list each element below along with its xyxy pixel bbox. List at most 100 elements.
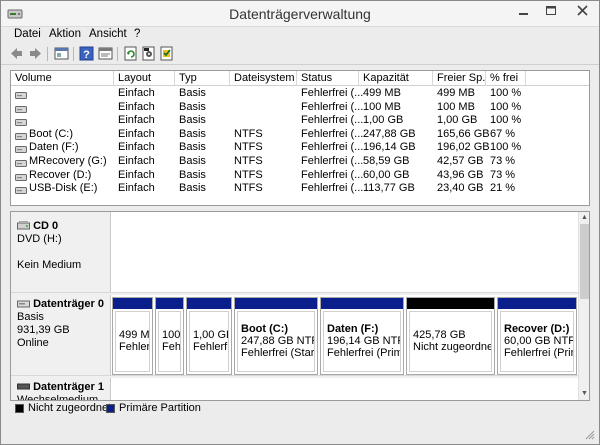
volume-row[interactable]: Einfach Basis Fehlerfrei (... 499 MB 499 MB 1… xyxy=(11,87,589,101)
forward-icon[interactable] xyxy=(27,45,44,62)
volume-layout: Einfach xyxy=(118,100,155,113)
volume-free-space: 42,57 GB xyxy=(437,155,484,167)
column-header-typ[interactable]: Typ xyxy=(175,71,230,86)
settings-icon[interactable] xyxy=(140,45,157,62)
volume-name: Boot (C:) xyxy=(29,127,74,140)
removable-disk-icon xyxy=(17,381,30,391)
menu-ansicht[interactable]: Ansicht xyxy=(89,28,127,40)
scroll-up-icon[interactable]: ▲ xyxy=(580,213,589,223)
volume-row[interactable]: Einfach Basis Fehlerfrei (... 1,00 GB 1,00 G… xyxy=(11,114,589,128)
partition-status: Fehlerfrei xyxy=(193,341,228,353)
partition-block[interactable]: Boot (C:)247,88 GB NTFSFehlerfrei (Start… xyxy=(234,297,318,375)
partition-info: Daten (F:)196,14 GB NTFSFehlerfrei (Prim… xyxy=(323,311,401,372)
volume-row[interactable]: Daten (F:) Einfach Basis NTFS Fehlerfrei (..… xyxy=(11,141,589,155)
column-header-volume[interactable]: Volume xyxy=(11,71,114,86)
menu-bar: Datei Aktion Ansicht ? xyxy=(1,27,599,43)
volume-row[interactable]: Boot (C:) Einfach Basis NTFS Fehlerfrei (...… xyxy=(11,128,589,142)
cd-drive-icon xyxy=(17,220,30,230)
back-icon[interactable] xyxy=(8,45,25,62)
volume-row[interactable]: Einfach Basis Fehlerfrei (... 100 MB 100 MB 1… xyxy=(11,101,589,115)
toolbar-separator xyxy=(117,47,118,61)
partition-block[interactable]: 425,78 GB Nicht zugeordnet xyxy=(406,297,495,375)
close-button[interactable] xyxy=(566,1,599,21)
resize-grip-icon[interactable] xyxy=(585,430,595,440)
menu-aktion[interactable]: Aktion xyxy=(49,28,81,40)
maximize-button[interactable] xyxy=(537,1,565,21)
volume-type: Basis xyxy=(179,87,206,99)
volume-row[interactable]: MRecovery (G:) Einfach Basis NTFS Fehlerfrei… xyxy=(11,155,589,169)
volume-capacity: 113,77 GB xyxy=(363,182,415,195)
check-icon[interactable] xyxy=(158,45,175,62)
console-view-icon[interactable] xyxy=(53,45,70,62)
partition-size: 499 MB xyxy=(119,329,150,341)
volume-filesystem: NTFS xyxy=(234,155,263,167)
scroll-down-icon[interactable]: ▼ xyxy=(580,389,589,399)
column-header-dateisystem[interactable]: Dateisystem xyxy=(230,71,297,86)
menu-datei[interactable]: Datei xyxy=(14,28,41,40)
vertical-scrollbar[interactable]: ▲ ▼ xyxy=(578,212,589,400)
disk-label-disk0[interactable]: Datenträger 0 Basis 931,39 GB Online xyxy=(11,295,111,375)
volume-disk-icon xyxy=(15,131,27,140)
volume-type: Basis xyxy=(179,141,206,154)
volume-layout: Einfach xyxy=(118,168,155,181)
column-header-layout[interactable]: Layout xyxy=(114,71,175,86)
column-header-status[interactable]: Status xyxy=(297,71,359,86)
volume-list-header: Volume Layout Typ Dateisystem Status Kap… xyxy=(11,71,589,86)
volume-free-space: 43,96 GB xyxy=(437,168,484,181)
menu-help[interactable]: ? xyxy=(134,28,140,40)
help-icon[interactable]: ? xyxy=(78,45,95,62)
legend-swatch-unallocated xyxy=(15,404,24,413)
partition-block[interactable]: Recover (D:)60,00 GB NTFSFehlerfrei (Pri… xyxy=(497,297,577,375)
partition-status: Fehle xyxy=(162,341,181,353)
volume-name: USB-Disk (E:) xyxy=(29,182,98,195)
volume-free-space: 165,66 GB xyxy=(437,127,490,140)
minimize-button[interactable] xyxy=(509,1,537,21)
volume-percent-free: 21 % xyxy=(490,182,516,195)
partition-block[interactable]: Daten (F:)196,14 GB NTFSFehlerfrei (Prim… xyxy=(320,297,404,375)
column-header-prozent-frei[interactable]: % frei xyxy=(486,71,526,86)
volume-free-space: 196,02 GB xyxy=(437,141,490,154)
volume-status: Fehlerfrei (... xyxy=(301,168,364,181)
volume-row[interactable]: USB-Disk (E:) Einfach Basis NTFS Fehlerfrei … xyxy=(11,182,589,196)
volume-type: Basis xyxy=(179,155,206,167)
legend-label-primary: Primäre Partition xyxy=(119,402,201,414)
scrollbar-thumb[interactable] xyxy=(580,224,589,299)
partition-type-bar xyxy=(156,298,183,309)
partition-type-bar xyxy=(407,298,494,309)
partition-block[interactable]: 1,00 GBFehlerfrei xyxy=(186,297,232,375)
volume-disk-icon xyxy=(15,90,27,99)
partition-status: Fehlerfrei (Startpa xyxy=(241,347,315,359)
disk-label-disk1[interactable]: Datenträger 1 Wechselmedium (I:) xyxy=(11,378,111,400)
volume-list[interactable]: Volume Layout Typ Dateisystem Status Kap… xyxy=(10,70,590,206)
volume-percent-free: 73 % xyxy=(490,155,516,167)
volume-type: Basis xyxy=(179,127,206,140)
legend-swatch-primary xyxy=(106,404,115,413)
partition-status: Fehlerfrei (Primär xyxy=(327,347,400,359)
partition-block[interactable]: 499 MBFehlerfrei ( xyxy=(112,297,153,375)
volume-disk-icon xyxy=(15,172,27,181)
partition-type-bar xyxy=(187,298,231,309)
title-bar[interactable]: Datenträgerverwaltung xyxy=(1,1,599,27)
partition-size: 100 M xyxy=(162,329,181,341)
volume-percent-free: 73 % xyxy=(490,168,516,181)
legend: Nicht zugeordnet Primäre Partition xyxy=(10,402,590,415)
disk-drive-letter: DVD (H:) xyxy=(17,233,62,245)
volume-status: Fehlerfrei (... xyxy=(301,87,364,99)
volume-row[interactable]: Recover (D:) Einfach Basis NTFS Fehlerfrei (… xyxy=(11,169,589,183)
volume-capacity: 100 MB xyxy=(363,100,401,113)
partition-type-bar xyxy=(498,298,576,309)
volume-capacity: 499 MB xyxy=(363,87,401,99)
volume-layout: Einfach xyxy=(118,114,155,127)
disk-management-window: Datenträgerverwaltung Datei Aktion Ansic… xyxy=(0,0,600,445)
column-header-freier-speicher[interactable]: Freier Sp... xyxy=(433,71,486,86)
properties-icon[interactable] xyxy=(97,45,114,62)
disk-label-cd0[interactable]: CD 0 DVD (H:) Kein Medium xyxy=(11,212,111,292)
column-header-kapazitaet[interactable]: Kapazität xyxy=(359,71,433,86)
volume-name: Daten (F:) xyxy=(29,141,79,154)
partition-size: 60,00 GB NTFS xyxy=(504,335,573,347)
disk-name: Datenträger 1 xyxy=(33,381,104,393)
partition-block[interactable]: 100 MFehle xyxy=(155,297,184,375)
toolbar-separator xyxy=(73,47,74,61)
legend-label-unallocated: Nicht zugeordnet xyxy=(28,402,112,414)
refresh-icon[interactable] xyxy=(122,45,139,62)
